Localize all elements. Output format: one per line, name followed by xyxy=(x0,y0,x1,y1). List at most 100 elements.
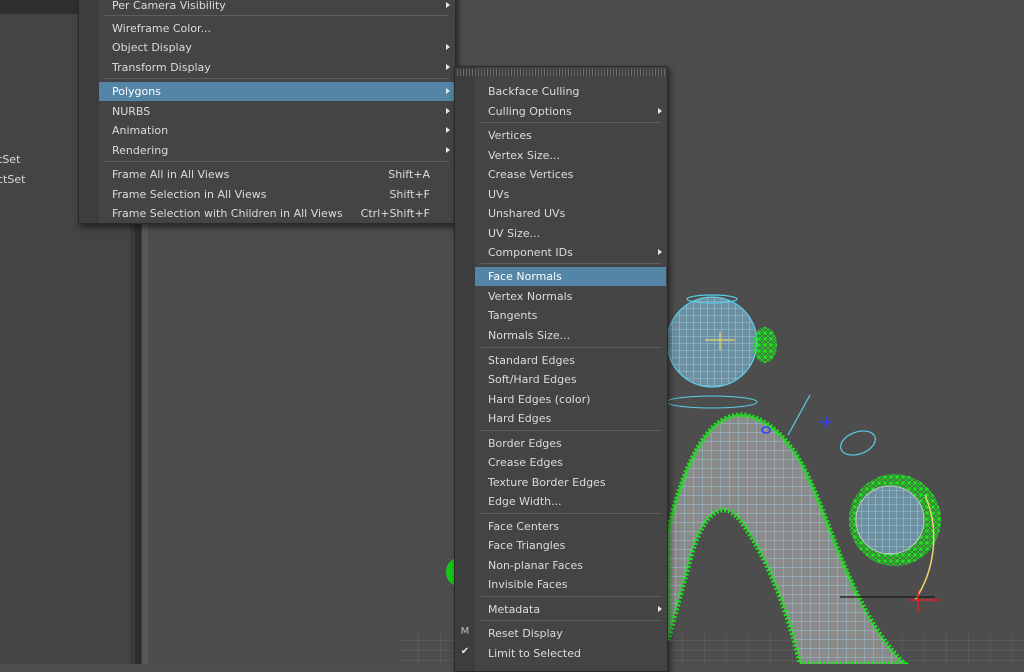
menu-item-per-camera-visibility[interactable]: Per Camera Visibility xyxy=(99,0,454,15)
menu-item-label: Transform Display xyxy=(112,61,211,74)
menu-item-label: Reset Display xyxy=(488,627,563,640)
menu-item-crease-edges[interactable]: Crease Edges xyxy=(475,453,666,472)
scrollbar-track[interactable] xyxy=(135,225,141,664)
menu-item-label: Hard Edges (color) xyxy=(488,393,591,406)
menu-item-label: Component IDs xyxy=(488,246,573,259)
right-sphere-mesh xyxy=(855,485,925,555)
menu-item-label: Texture Border Edges xyxy=(488,476,606,489)
menu-item-invisible-faces[interactable]: Invisible Faces xyxy=(475,575,666,594)
menu-item-label: Vertices xyxy=(488,129,532,142)
menu-item-label: Wireframe Color... xyxy=(112,22,212,35)
menu-item-label: Frame Selection with Children in All Vie… xyxy=(112,207,343,220)
menu-item-label: Edge Width... xyxy=(488,495,562,508)
menu-item-shortcut: Ctrl+Shift+F xyxy=(360,207,430,220)
menu-item-rendering[interactable]: Rendering xyxy=(99,141,454,160)
menu-item-wireframe-color[interactable]: Wireframe Color... xyxy=(99,19,454,38)
menu-item-backface-culling[interactable]: Backface Culling xyxy=(475,82,666,101)
menu-item-label: Unshared UVs xyxy=(488,207,566,220)
polygons-submenu: Backface Culling Culling Options Vertice… xyxy=(454,66,668,672)
menu-item-component-ids[interactable]: Component IDs xyxy=(475,243,666,262)
menu-item-label: Culling Options xyxy=(488,105,572,118)
menu-separator xyxy=(481,347,661,348)
menu-item-frame-all[interactable]: Frame All in All Views Shift+A xyxy=(99,165,454,184)
menu-item-metadata[interactable]: Metadata xyxy=(475,600,666,619)
menu-item-frame-selection-children[interactable]: Frame Selection with Children in All Vie… xyxy=(99,204,454,223)
menu-item-label: Animation xyxy=(112,124,169,137)
menu-item-animation[interactable]: Animation xyxy=(99,121,454,140)
menu-item-unshared-uvs[interactable]: Unshared UVs xyxy=(475,204,666,223)
menu-item-label: Polygons xyxy=(112,85,161,98)
outliner-item[interactable]: ctSet xyxy=(0,171,25,189)
menu-gutter xyxy=(79,0,99,223)
menu-item-uv-size[interactable]: UV Size... xyxy=(475,224,666,243)
menu-item-face-centers[interactable]: Face Centers xyxy=(475,517,666,536)
menu-item-crease-vertices[interactable]: Crease Vertices xyxy=(475,165,666,184)
menu-item-label: Object Display xyxy=(112,41,192,54)
menu-item-soft-hard-edges[interactable]: Soft/Hard Edges xyxy=(475,370,666,389)
menu-item-border-edges[interactable]: Border Edges xyxy=(475,434,666,453)
menu-item-label: Hard Edges xyxy=(488,412,552,425)
menu-separator xyxy=(105,161,449,162)
menu-item-vertex-normals[interactable]: Vertex Normals xyxy=(475,287,666,306)
m-icon: M xyxy=(460,626,470,637)
menu-item-label: Invisible Faces xyxy=(488,578,568,591)
menu-item-non-planar-faces[interactable]: Non-planar Faces xyxy=(475,556,666,575)
menu-item-tangents[interactable]: Tangents xyxy=(475,306,666,325)
menu-item-label: Crease Edges xyxy=(488,456,563,469)
menu-item-reset-display[interactable]: Reset Display xyxy=(475,624,666,643)
menu-item-nurbs[interactable]: NURBS xyxy=(99,102,454,121)
neck-ring xyxy=(666,395,758,409)
menu-separator xyxy=(105,15,449,16)
menu-separator xyxy=(481,513,661,514)
floating-ellipse xyxy=(840,430,876,456)
menu-item-frame-selection[interactable]: Frame Selection in All Views Shift+F xyxy=(99,185,454,204)
menu-item-face-normals[interactable]: Face Normals xyxy=(475,267,666,286)
menu-item-label: NURBS xyxy=(112,105,151,118)
menu-item-transform-display[interactable]: Transform Display xyxy=(99,58,454,77)
menu-item-texture-border-edges[interactable]: Texture Border Edges xyxy=(475,473,666,492)
menu-item-label: Non-planar Faces xyxy=(488,559,584,572)
menu-item-label: Soft/Hard Edges xyxy=(488,373,577,386)
outliner-header xyxy=(0,0,82,14)
ear-fur xyxy=(753,327,777,363)
menu-item-shortcut: Shift+F xyxy=(389,188,430,201)
menu-item-label: Limit to Selected xyxy=(488,647,581,660)
menu-item-edge-width[interactable]: Edge Width... xyxy=(475,492,666,511)
menu-item-label: Face Normals xyxy=(488,270,562,283)
head-sphere-mesh xyxy=(666,296,758,388)
menu-item-label: Face Centers xyxy=(488,520,560,533)
menu-item-hard-edges[interactable]: Hard Edges xyxy=(475,409,666,428)
tearoff-handle[interactable] xyxy=(457,69,665,76)
menu-separator xyxy=(105,78,449,79)
menu-item-label: Per Camera Visibility xyxy=(112,0,226,12)
locator-blue xyxy=(820,416,832,428)
menu-item-label: Border Edges xyxy=(488,437,562,450)
menu-item-uvs[interactable]: UVs xyxy=(475,185,666,204)
menu-item-face-triangles[interactable]: Face Triangles xyxy=(475,536,666,555)
menu-separator xyxy=(481,430,661,431)
menu-item-label: Crease Vertices xyxy=(488,168,574,181)
menu-item-label: Standard Edges xyxy=(488,354,575,367)
outliner-item[interactable]: tSet xyxy=(0,151,20,169)
menu-item-vertex-size[interactable]: Vertex Size... xyxy=(475,146,666,165)
menu-item-culling-options[interactable]: Culling Options xyxy=(475,102,666,121)
menu-item-label: UV Size... xyxy=(488,227,541,240)
menu-item-limit-to-selected[interactable]: Limit to Selected xyxy=(475,644,666,663)
menu-item-polygons[interactable]: Polygons xyxy=(99,82,454,101)
menu-item-label: Vertex Normals xyxy=(488,290,573,303)
menu-item-normals-size[interactable]: Normals Size... xyxy=(475,326,666,345)
menu-separator xyxy=(481,263,661,264)
menu-item-vertices[interactable]: Vertices xyxy=(475,126,666,145)
menu-item-label: Tangents xyxy=(488,309,538,322)
menu-item-object-display[interactable]: Object Display xyxy=(99,38,454,57)
menu-item-standard-edges[interactable]: Standard Edges xyxy=(475,351,666,370)
menu-item-label: Metadata xyxy=(488,603,541,616)
menu-item-label: Normals Size... xyxy=(488,329,571,342)
menu-separator xyxy=(481,122,661,123)
menu-item-label: Frame All in All Views xyxy=(112,168,230,181)
menu-gutter xyxy=(455,67,475,671)
menu-item-hard-edges-color[interactable]: Hard Edges (color) xyxy=(475,390,666,409)
menu-item-shortcut: Shift+A xyxy=(388,168,430,181)
menu-separator xyxy=(481,596,661,597)
checkmark-icon: ✔ xyxy=(460,646,470,657)
